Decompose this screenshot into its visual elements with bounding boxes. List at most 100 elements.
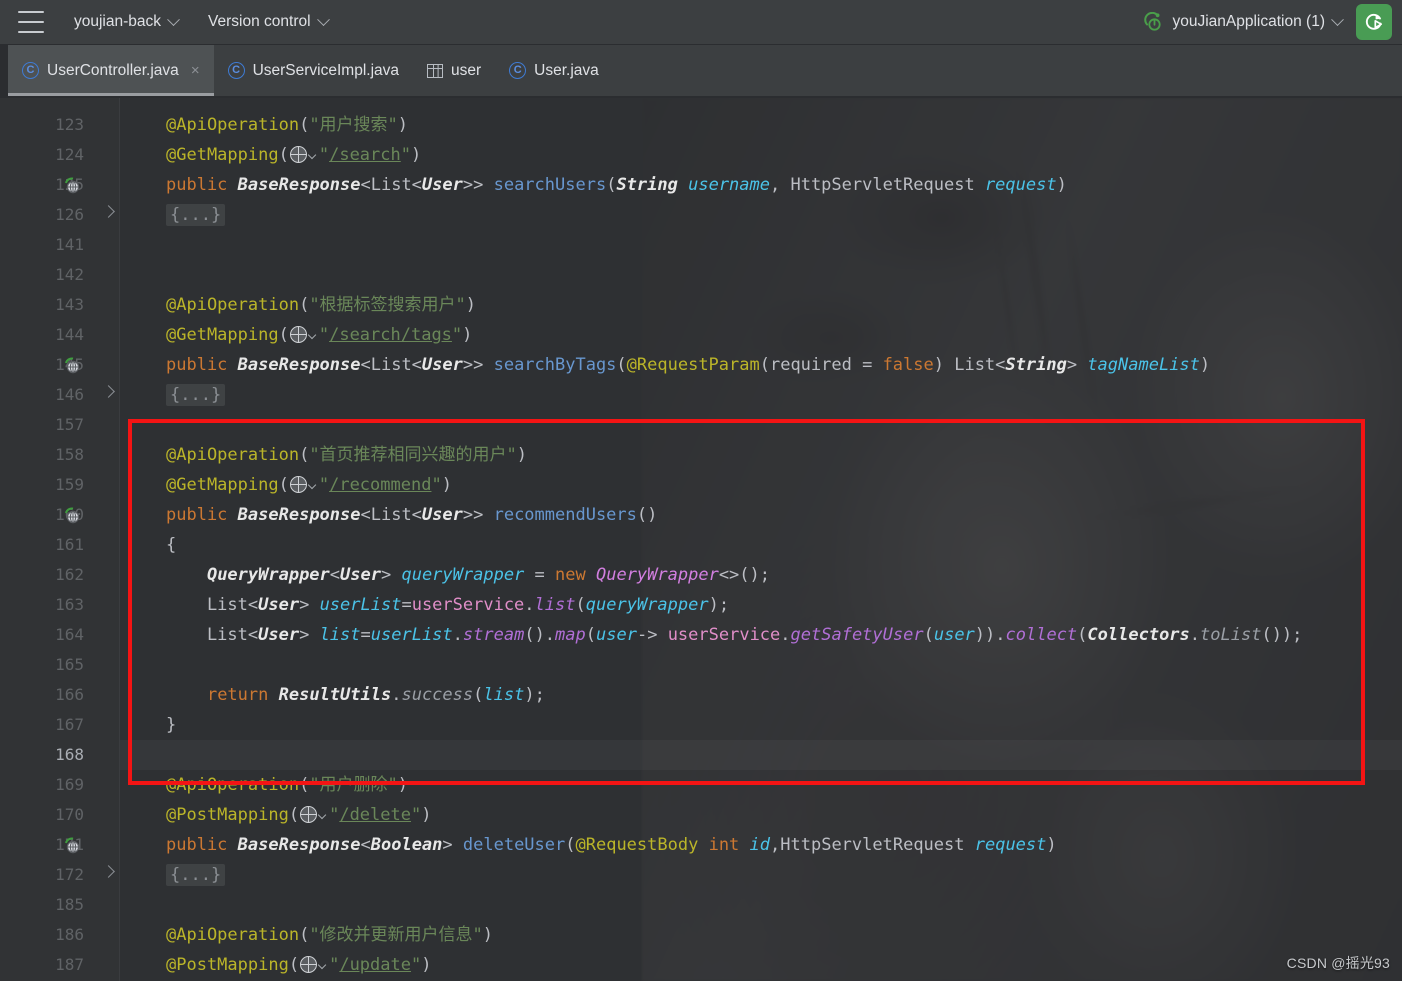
line-number: 166 [55,685,84,704]
tab-user-java[interactable]: C User.java [495,45,613,96]
code-text: public BaseResponse<List<User>> recommen… [166,505,658,525]
run-configuration-selector[interactable]: youJianApplication (1) [1136,7,1350,37]
chevron-down-icon [167,12,180,26]
code-row[interactable]: 125 public BaseResponse<List<User>> sear… [0,170,1402,200]
code-text[interactable]: {...} [166,200,226,230]
line-number: 158 [55,445,84,464]
line-number: 123 [55,115,84,134]
version-control-label: Version control [208,13,311,30]
toolbar-right-group: youJianApplication (1) [1136,4,1402,40]
web-endpoint-icon [289,326,307,343]
code-row-current[interactable]: 168 [0,740,1402,770]
code-row[interactable]: 144 @GetMapping("/search/tags") [0,320,1402,350]
code-row[interactable]: 172 {...} [0,860,1402,890]
code-row[interactable]: 160 public BaseResponse<List<User>> reco… [0,500,1402,530]
tab-usercontroller-java[interactable]: C UserController.java × [8,45,214,96]
code-text: @GetMapping("/search") [166,145,422,165]
code-row[interactable]: 185 [0,890,1402,920]
line-number: 167 [55,715,84,734]
web-endpoint-gutter-icon[interactable] [62,356,81,375]
hamburger-icon[interactable] [18,11,44,33]
code-row[interactable]: 159 @GetMapping("/recommend") [0,470,1402,500]
code-row[interactable]: 145 public BaseResponse<List<User>> sear… [0,350,1402,380]
line-number: 146 [55,385,84,404]
code-text: List<User> list=userList.stream().map(us… [166,625,1303,645]
code-row[interactable]: 146 {...} [0,380,1402,410]
code-row[interactable]: 163 List<User> userList=userService.list… [0,590,1402,620]
line-number: 159 [55,475,84,494]
code-row[interactable]: 165 [0,650,1402,680]
line-number: 164 [55,625,84,644]
line-number: 168 [55,745,84,764]
version-control-menu[interactable]: Version control [200,8,336,36]
code-row[interactable]: 161 { [0,530,1402,560]
code-row[interactable]: 158 @ApiOperation("首页推荐相同兴趣的用户") [0,440,1402,470]
code-editor[interactable]: 123 @ApiOperation("用户搜索") 124 @GetMappin… [0,98,1402,981]
web-endpoint-gutter-icon[interactable] [62,176,81,195]
code-text: @ApiOperation("用户搜索") [166,115,409,135]
project-selector[interactable]: youjian-back [66,8,186,36]
fold-expand-icon[interactable] [102,205,115,218]
chevron-down-icon [317,810,327,820]
main-toolbar: youjian-back Version control youJianAppl… [0,0,1402,45]
code-row[interactable]: 186 @ApiOperation("修改并更新用户信息") [0,920,1402,950]
rerun-button[interactable] [1356,4,1392,40]
java-class-icon: C [227,62,245,79]
web-endpoint-gutter-icon[interactable] [62,506,81,525]
line-number: 187 [55,955,84,974]
code-row[interactable]: 170 @PostMapping("/delete") [0,800,1402,830]
code-text: QueryWrapper<User> queryWrapper = new Qu… [206,565,770,585]
line-number: 141 [55,235,84,254]
code-row[interactable]: 187 @PostMapping("/update") [0,950,1402,980]
line-number: 126 [55,205,84,224]
line-number: 124 [55,145,84,164]
code-row[interactable]: 157 [0,410,1402,440]
rerun-icon [1363,11,1385,33]
tab-label: UserController.java [47,61,179,79]
watermark: CSDN @摇光93 [1286,955,1390,971]
close-icon[interactable]: × [191,62,200,79]
code-text[interactable]: {...} [166,860,226,890]
code-row[interactable]: 126 {...} [0,200,1402,230]
code-row[interactable]: 124 @GetMapping("/search") [0,140,1402,170]
code-text: List<User> userList=userService.list(que… [166,595,730,615]
code-text: public BaseResponse<List<User>> searchUs… [166,175,1067,195]
line-number: 172 [55,865,84,884]
line-number: 142 [55,265,84,284]
java-class-icon: C [22,62,39,79]
line-number: 162 [55,565,84,584]
code-row[interactable]: 167 } [0,710,1402,740]
fold-expand-icon[interactable] [102,385,115,398]
web-endpoint-icon [300,806,318,823]
tab-user-table[interactable]: user [413,45,495,96]
code-row[interactable]: 164 List<User> list=userList.stream().ma… [0,620,1402,650]
code-row[interactable]: 142 [0,260,1402,290]
tab-userserviceimpl-java[interactable]: C UserServiceImpl.java [214,45,413,96]
tabbar-left-spacer [0,45,8,96]
code-text: @ApiOperation("根据标签搜索用户") [166,295,477,315]
code-row[interactable]: 143 @ApiOperation("根据标签搜索用户") [0,290,1402,320]
code-text: public BaseResponse<List<User>> searchBy… [166,355,1211,375]
code-row[interactable]: 162 QueryWrapper<User> queryWrapper = ne… [0,560,1402,590]
project-name: youjian-back [74,13,162,30]
code-text: @GetMapping("/recommend") [166,475,452,495]
code-row[interactable]: 169 @ApiOperation("用户删除") [0,770,1402,800]
code-row[interactable]: 171 public BaseResponse<Boolean> deleteU… [0,830,1402,860]
line-number: 170 [55,805,84,824]
web-endpoint-icon [289,476,307,493]
code-text: } [166,715,177,735]
code-row[interactable]: 166 return ResultUtils.success(list); [0,680,1402,710]
code-lines: 123 @ApiOperation("用户搜索") 124 @GetMappin… [0,98,1402,981]
chevron-down-icon [307,150,317,160]
code-row[interactable]: 123 @ApiOperation("用户搜索") [0,110,1402,140]
line-number: 165 [55,655,84,674]
line-number: 157 [55,415,84,434]
line-number: 143 [55,295,84,314]
code-row[interactable]: 141 [0,230,1402,260]
code-text[interactable]: {...} [166,380,226,410]
fold-expand-icon[interactable] [102,865,115,878]
code-text: @ApiOperation("修改并更新用户信息") [166,925,494,945]
current-line-highlight [120,740,1402,770]
web-endpoint-icon [300,956,318,973]
web-endpoint-gutter-icon[interactable] [62,836,81,855]
